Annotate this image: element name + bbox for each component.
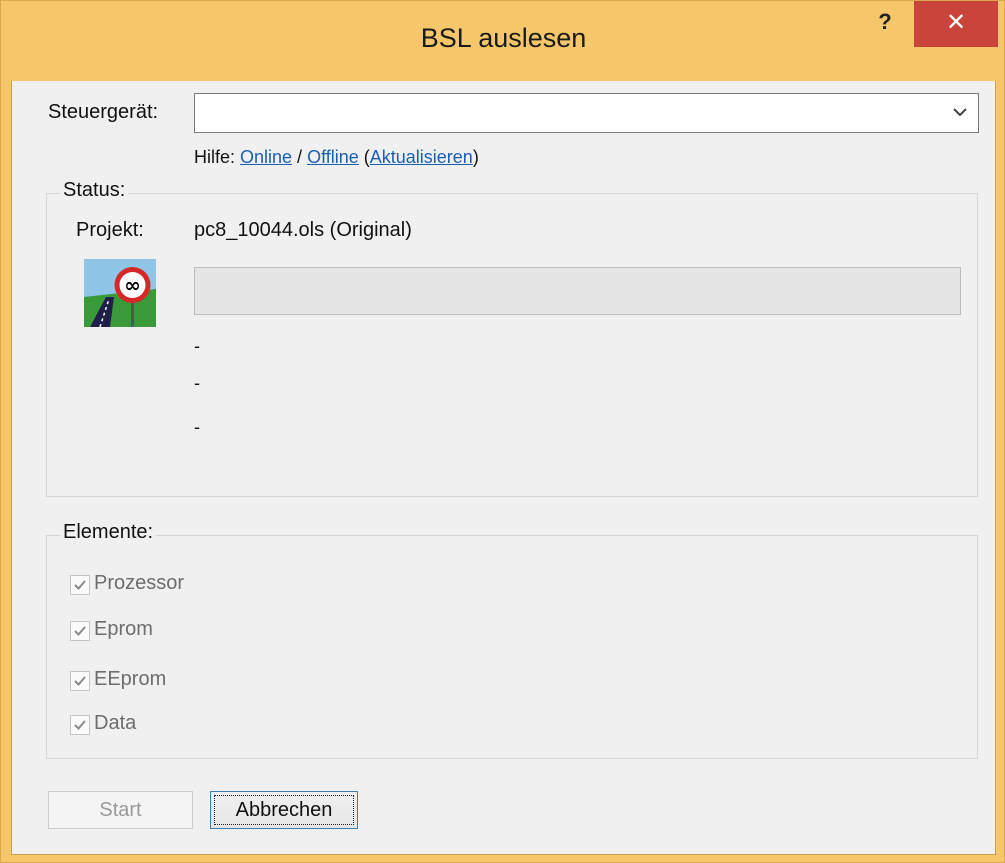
dialog-client-area: Steuergerät: Hilfe: Online / Offline (Ak… <box>11 81 996 855</box>
checkbox-label-data: Data <box>94 712 137 734</box>
checkbox-label-eprom: Eprom <box>94 618 153 640</box>
hilfe-open-paren: ( <box>358 147 370 167</box>
steuergeraet-combobox[interactable] <box>194 93 979 133</box>
online-help-link[interactable]: Online <box>240 147 292 167</box>
no-speed-limit-road-sign-icon: ∞ <box>84 259 156 328</box>
offline-help-link[interactable]: Offline <box>307 147 359 167</box>
hilfe-prefix: Hilfe: <box>194 147 241 167</box>
checkbox-icon[interactable] <box>70 671 90 691</box>
start-button-label: Start <box>99 799 142 821</box>
progress-bar <box>194 267 961 315</box>
title-bar[interactable]: BSL auslesen ? ✕ <box>1 1 1005 81</box>
checkbox-label-eeprom: EEprom <box>94 668 167 690</box>
elemente-group-title: Elemente: <box>60 521 157 544</box>
svg-text:∞: ∞ <box>124 273 141 297</box>
help-button[interactable]: ? <box>859 5 911 39</box>
chevron-down-icon[interactable] <box>950 102 970 122</box>
close-button[interactable]: ✕ <box>914 1 998 47</box>
abbrechen-button-label: Abbrechen <box>235 799 333 821</box>
dialog-window: BSL auslesen ? ✕ Steuergerät: Hilfe: Onl… <box>0 0 1005 863</box>
aktualisieren-link[interactable]: Aktualisieren <box>370 147 473 167</box>
start-button[interactable]: Start <box>48 791 193 829</box>
hilfe-separator: / <box>292 147 308 167</box>
checkbox-label-prozessor: Prozessor <box>94 572 185 594</box>
projekt-value: pc8_10044.ols (Original) <box>194 219 412 241</box>
status-group-title: Status: <box>60 179 129 202</box>
status-line-3: - <box>194 417 200 437</box>
status-line-1: - <box>194 336 200 356</box>
steuergeraet-label: Steuergerät: <box>48 101 159 123</box>
window-title: BSL auslesen <box>420 23 587 53</box>
status-group <box>46 193 978 497</box>
checkbox-icon[interactable] <box>70 715 90 735</box>
checkbox-icon[interactable] <box>70 575 90 595</box>
abbrechen-button[interactable]: Abbrechen <box>210 791 358 829</box>
elemente-group <box>46 535 978 759</box>
projekt-label: Projekt: <box>76 219 144 241</box>
checkbox-icon[interactable] <box>70 621 90 641</box>
status-line-2: - <box>194 373 200 393</box>
help-links: Hilfe: Online / Offline (Aktualisieren) <box>194 147 479 168</box>
hilfe-close-paren: ) <box>472 147 479 167</box>
